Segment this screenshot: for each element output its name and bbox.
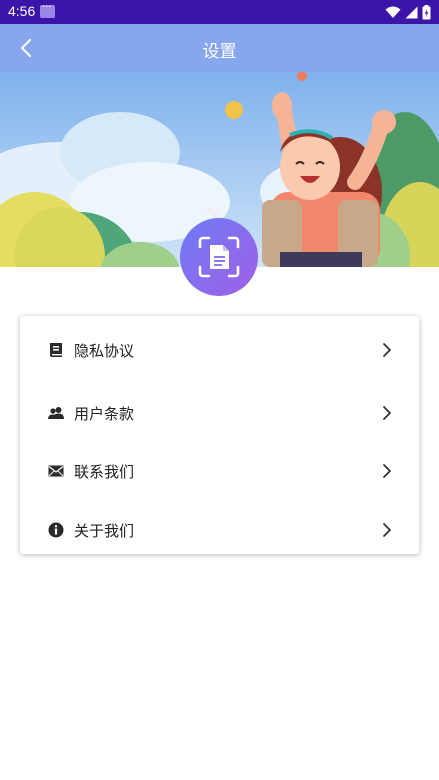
document-scan-icon bbox=[198, 236, 240, 278]
battery-icon bbox=[422, 4, 431, 19]
book-icon bbox=[48, 342, 64, 358]
menu-item-contact-us[interactable]: 联系我们 bbox=[20, 449, 419, 493]
app-notification-icon bbox=[40, 2, 55, 18]
menu-item-about-us[interactable]: 关于我们 bbox=[20, 508, 419, 552]
status-bar: 4:56 bbox=[0, 0, 439, 24]
menu-item-label: 隐私协议 bbox=[74, 341, 135, 360]
wifi-icon bbox=[385, 6, 401, 18]
menu-item-user-terms[interactable]: 用户条款 bbox=[20, 391, 419, 435]
menu-item-label: 用户条款 bbox=[74, 404, 135, 423]
settings-menu-card: 隐私协议 用户条款 联系我们 关于我们 bbox=[20, 316, 419, 554]
chevron-right-icon bbox=[381, 522, 393, 538]
menu-item-label: 关于我们 bbox=[74, 521, 135, 540]
app-bar: 设置 bbox=[0, 24, 439, 72]
chevron-right-icon bbox=[381, 342, 393, 358]
menu-item-privacy-policy[interactable]: 隐私协议 bbox=[20, 328, 419, 372]
mail-icon bbox=[48, 463, 64, 479]
signal-icon bbox=[405, 6, 418, 18]
info-icon bbox=[48, 522, 64, 538]
menu-item-label: 联系我们 bbox=[74, 462, 135, 481]
chevron-right-icon bbox=[381, 405, 393, 421]
chevron-right-icon bbox=[381, 463, 393, 479]
page-title: 设置 bbox=[202, 42, 237, 62]
status-icons bbox=[385, 4, 431, 20]
users-icon bbox=[48, 405, 64, 421]
status-time: 4:56 bbox=[8, 3, 36, 19]
document-scan-badge bbox=[180, 218, 258, 296]
